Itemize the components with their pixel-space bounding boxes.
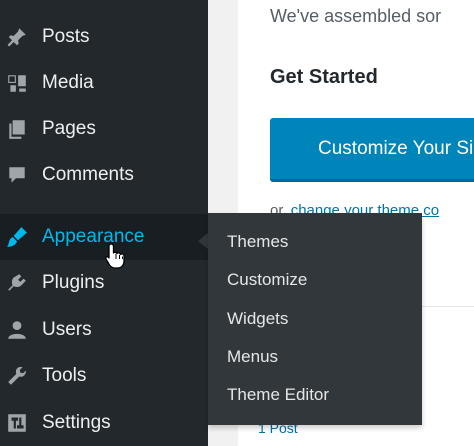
sidebar-item-comments[interactable]: Comments (0, 152, 208, 198)
sidebar-item-label: Posts (42, 26, 90, 47)
submenu-item-menus[interactable]: Menus (227, 338, 278, 376)
hand-pointer-cursor-icon (105, 243, 125, 269)
pages-icon (4, 116, 30, 142)
media-icon (4, 70, 30, 96)
settings-icon (4, 410, 30, 436)
sidebar-item-label: Plugins (42, 272, 105, 293)
flyout-arrow (198, 233, 208, 249)
admin-sidebar: Posts Media Pages Comments Appearance Pl… (0, 0, 208, 446)
sidebar-item-settings[interactable]: Settings (0, 400, 208, 446)
sidebar-item-posts[interactable]: Posts (0, 14, 208, 60)
submenu-item-customize[interactable]: Customize (227, 261, 307, 299)
sidebar-item-label: Pages (42, 118, 96, 139)
wrench-icon (4, 363, 30, 389)
appearance-submenu: Themes Customize Widgets Menus Theme Edi… (208, 213, 422, 425)
page-title: Get Started (270, 66, 378, 88)
sidebar-item-label: Appearance (42, 226, 145, 247)
pushpin-icon (4, 24, 30, 50)
plugin-icon (4, 270, 30, 296)
sidebar-item-label: Comments (42, 164, 134, 185)
welcome-intro-text: We've assembled sor (270, 6, 442, 26)
submenu-item-themes[interactable]: Themes (227, 223, 288, 261)
sidebar-item-media[interactable]: Media (0, 60, 208, 106)
sidebar-item-label: Tools (42, 365, 87, 386)
submenu-item-widgets[interactable]: Widgets (227, 300, 288, 338)
submenu-item-theme-editor[interactable]: Theme Editor (227, 376, 329, 414)
sidebar-item-label: Users (42, 319, 92, 340)
customize-site-button[interactable]: Customize Your Si (270, 118, 474, 182)
comment-icon (4, 162, 30, 188)
paintbrush-icon (4, 224, 30, 250)
sidebar-item-label: Settings (42, 412, 111, 433)
sidebar-item-label: Media (42, 72, 94, 93)
sidebar-item-pages[interactable]: Pages (0, 106, 208, 152)
sidebar-item-tools[interactable]: Tools (0, 353, 208, 399)
sidebar-item-users[interactable]: Users (0, 307, 208, 353)
user-icon (4, 317, 30, 343)
